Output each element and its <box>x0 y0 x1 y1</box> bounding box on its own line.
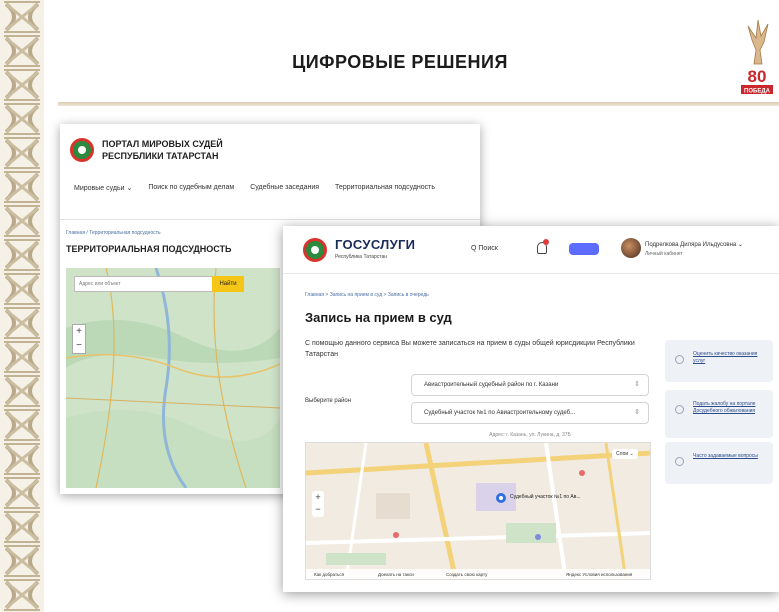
title-divider <box>58 102 779 106</box>
gosuslugi-window: ГОСУСЛУГИ Республика Татарстан Q Поиск П… <box>283 226 779 592</box>
user-avatar[interactable] <box>621 238 641 258</box>
personal-cabinet-link[interactable]: Личный кабинет <box>645 251 683 257</box>
gosuslugi-logo-text[interactable]: ГОСУСЛУГИ <box>335 237 415 252</box>
create-map-link[interactable]: Создать свою карту <box>446 572 487 577</box>
gosuslugi-header: ГОСУСЛУГИ Республика Татарстан Q Поиск П… <box>283 226 779 274</box>
tatarstan-emblem-icon <box>303 238 327 262</box>
address-search-input[interactable]: Адрес или объект <box>74 276 214 292</box>
rate-service-card[interactable]: Оценить качество оказания услуг <box>665 340 773 382</box>
page-title: ТЕРРИТОРИАЛЬНАЯ ПОДСУДНОСТЬ <box>66 244 232 254</box>
tatarstan-emblem-icon <box>70 138 94 162</box>
gosuslugi-region: Республика Татарстан <box>335 254 388 260</box>
nav-territorial-jurisdiction[interactable]: Территориальная подсудность <box>335 184 435 192</box>
court-marker-icon[interactable] <box>496 493 506 503</box>
victory-80-logo: 80 ПОБЕДА <box>741 19 773 95</box>
map-zoom-control[interactable]: + − <box>72 324 86 354</box>
svg-text:ПОБЕДА: ПОБЕДА <box>744 89 771 95</box>
notification-badge <box>543 239 549 245</box>
ornament-border <box>0 0 44 612</box>
zoom-out-button[interactable]: − <box>312 503 324 515</box>
map-zoom-control[interactable]: + − <box>312 491 324 517</box>
district-label: Выберите район <box>305 398 352 404</box>
map-layers-button[interactable]: Слои ⌄ <box>612 449 638 459</box>
zoom-out-button[interactable]: − <box>73 339 85 353</box>
court-location-map[interactable]: Судебный участок №1 по Ав... Слои ⌄ + − … <box>305 442 651 580</box>
court-address: Адрес: г. Казань, ул. Лукина, д. 37Б <box>489 432 571 438</box>
warning-icon <box>675 405 684 414</box>
faq-card[interactable]: Часто задаваемые вопросы <box>665 442 773 484</box>
court-section-select[interactable]: Судебный участок №1 по Авиастроительному… <box>411 402 649 424</box>
region-map[interactable] <box>66 268 280 488</box>
nav-mirovye-sudi[interactable]: Мировые судьи ⌄ <box>74 184 132 192</box>
taxi-link[interactable]: Доехать на такси <box>378 572 414 577</box>
zoom-in-button[interactable]: + <box>312 491 324 503</box>
user-name[interactable]: Подрелкова Диляра Ильдусовна ⌄ <box>645 241 743 248</box>
portal-header: ПОРТАЛ МИРОВЫХ СУДЕЙ РЕСПУБЛИКИ ТАТАРСТА… <box>60 124 480 220</box>
find-button[interactable]: Найти <box>212 276 244 292</box>
portal-nav: Мировые судьи ⌄ Поиск по судебным делам … <box>74 184 435 192</box>
breadcrumb[interactable]: Главная > Запись на прием в суд > Запись… <box>305 292 429 298</box>
logo-80-text: 80 <box>748 67 767 86</box>
service-description: С помощью данного сервиса Вы можете запи… <box>305 340 635 358</box>
chat-bot-icon[interactable] <box>569 243 599 255</box>
slide-title: ЦИФРОВЫЕ РЕШЕНИЯ <box>292 52 508 72</box>
page-title: Запись на прием в суд <box>305 310 452 325</box>
breadcrumb[interactable]: Главная / Территориальная подсудность <box>66 230 161 236</box>
nav-search-cases[interactable]: Поиск по судебным делам <box>148 184 234 192</box>
zoom-in-button[interactable]: + <box>73 325 85 339</box>
complaint-card[interactable]: Подать жалобу на портале Досудебного обж… <box>665 390 773 438</box>
court-marker-label: Судебный участок №1 по Ав... <box>510 494 581 500</box>
portal-title[interactable]: ПОРТАЛ МИРОВЫХ СУДЕЙ РЕСПУБЛИКИ ТАТАРСТА… <box>102 138 322 162</box>
smile-icon <box>675 355 684 364</box>
header-search-button[interactable]: Q Поиск <box>471 245 498 252</box>
nav-court-sessions[interactable]: Судебные заседания <box>250 184 319 192</box>
question-icon <box>675 457 684 466</box>
district-select[interactable]: Авиастроительный судебный район по г. Ка… <box>411 374 649 396</box>
route-link[interactable]: Как добраться <box>314 572 344 577</box>
map-footer: Как добраться Доехать на такси Создать с… <box>306 569 650 579</box>
yandex-terms-link[interactable]: Яндекс Условия использования <box>566 572 632 577</box>
